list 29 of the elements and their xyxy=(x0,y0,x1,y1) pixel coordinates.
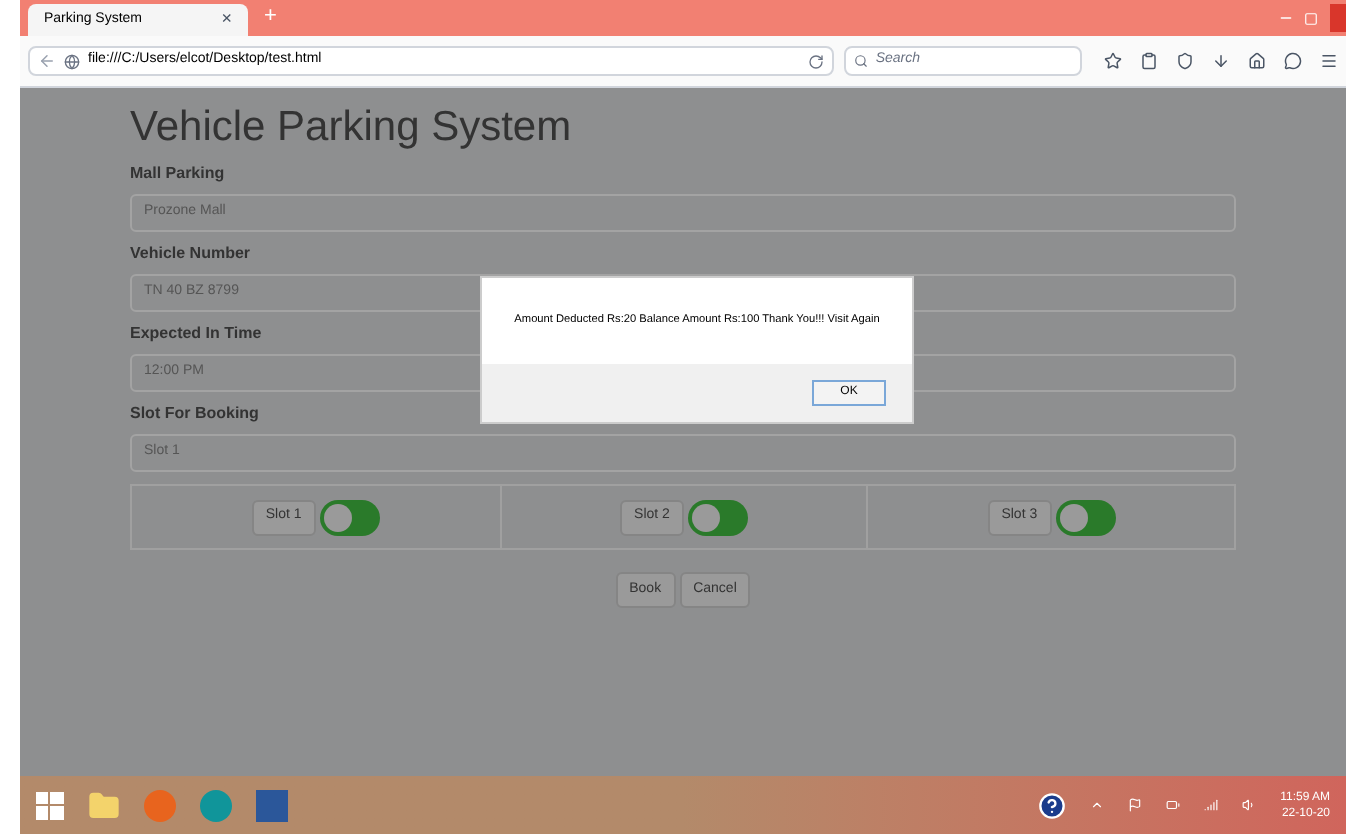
slot-toggle[interactable] xyxy=(1055,499,1116,535)
signal-icon[interactable] xyxy=(1204,798,1219,812)
field-label: Expected In Time xyxy=(130,322,262,346)
home-icon[interactable] xyxy=(1248,52,1266,70)
reload-icon[interactable] xyxy=(807,53,824,69)
page-title: Vehicle Parking System xyxy=(130,104,574,152)
globe-icon xyxy=(64,53,80,69)
slot-toggle[interactable] xyxy=(687,499,748,535)
help-icon[interactable] xyxy=(1038,791,1067,819)
menu-icon[interactable] xyxy=(1320,52,1338,70)
folder-icon[interactable] xyxy=(88,789,120,821)
flag-icon[interactable] xyxy=(1128,798,1143,812)
chat-icon[interactable] xyxy=(1284,52,1302,70)
chevron-up-icon[interactable] xyxy=(1090,798,1105,812)
field-label: Mall Parking xyxy=(130,162,225,186)
maximize-icon[interactable] xyxy=(1304,12,1318,26)
volume-icon[interactable] xyxy=(1242,798,1257,812)
download-icon[interactable] xyxy=(1212,52,1230,70)
windows-logo-icon[interactable] xyxy=(36,791,64,819)
bookmark-star-icon[interactable] xyxy=(1104,52,1122,70)
battery-icon[interactable] xyxy=(1166,798,1181,812)
slot-toggle[interactable] xyxy=(319,499,380,535)
new-tab[interactable]: + xyxy=(264,0,277,32)
clipboard-icon[interactable] xyxy=(1140,52,1158,70)
field-label: Vehicle Number xyxy=(130,242,251,266)
search-icon xyxy=(853,54,868,68)
tab-close[interactable]: × xyxy=(221,6,232,34)
field-label: Slot For Booking xyxy=(130,402,259,426)
back-icon[interactable] xyxy=(38,52,56,70)
